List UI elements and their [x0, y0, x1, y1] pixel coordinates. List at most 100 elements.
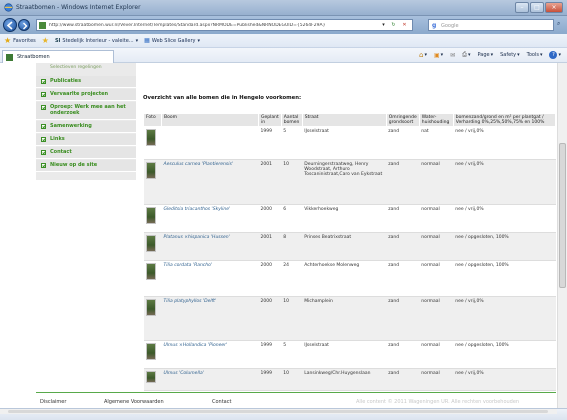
page-menu[interactable]: Page ▾: [478, 52, 494, 58]
tree-name-link[interactable]: Platanus ×hispanica 'Hussen': [164, 235, 230, 240]
column-header: Foto: [143, 113, 162, 127]
nav-item-label: Vervaarlte projecten: [50, 91, 109, 97]
safety-menu[interactable]: Safety ▾: [500, 52, 520, 58]
paving: nee / vrij,0%: [453, 296, 556, 341]
tree-name-link[interactable]: Gleditsia triacanthos 'Skyline': [164, 207, 231, 212]
water-management: normaal: [419, 204, 454, 233]
command-bar: ⌂ ▾ ▣ ▾ ✉ ⎙ ▾ Page ▾ Safety ▾ Tools ▾ ? ▾: [419, 51, 561, 59]
soil-type: zand: [386, 159, 420, 205]
street: Deurningerstraatweg, Henry Woodstraat, A…: [302, 159, 387, 205]
vertical-scroll-thumb[interactable]: [559, 143, 566, 288]
planted-year: 2001: [258, 232, 282, 261]
mail-button[interactable]: ✉: [450, 52, 455, 59]
footer-copyright: Alle content © 2011 Wageningen UR. Alle …: [356, 399, 520, 405]
tree-photo-thumbnail[interactable]: [145, 207, 156, 224]
tab-label: Straatbomen: [17, 54, 50, 60]
favorite-link-web-slice[interactable]: ▦ Web Slice Gallery ▾: [144, 37, 200, 44]
planted-year: 1999: [258, 340, 282, 369]
soil-type: zand: [386, 260, 420, 297]
planted-year: 1999: [258, 126, 282, 160]
maximize-button[interactable]: □: [530, 2, 544, 13]
favorites-button[interactable]: ★ Favorites: [4, 36, 36, 45]
google-icon: g: [432, 22, 437, 29]
water-management: nat: [419, 126, 454, 160]
site-icon: SI: [54, 37, 61, 44]
nav-item-samenwerking[interactable]: Samenwerking: [36, 121, 136, 133]
tree-photo-thumbnail[interactable]: [145, 371, 156, 383]
feeds-button[interactable]: ▣ ▾: [434, 52, 443, 59]
url-text[interactable]: http://www.straatbomen.wur.nl/Vever.Inte…: [49, 23, 379, 28]
tree-name-link[interactable]: Ulmus ×Hollandica 'Pioneer': [164, 343, 228, 348]
refresh-icon[interactable]: ↻: [389, 21, 398, 30]
table-row: Platanus ×hispanica 'Hussen' 2001 8 Prin…: [143, 232, 556, 261]
search-placeholder: Google: [441, 23, 459, 29]
footer-voorwaarden-link[interactable]: Algemene Voorwaarden: [104, 399, 164, 405]
favorite-link-stedelijk[interactable]: SI Stedelijk Interieur - valeite... ▾: [55, 38, 138, 44]
tree-name-link[interactable]: Tilia cordata 'Rancho': [164, 263, 213, 268]
nav-item-projecten[interactable]: Vervaarlte projecten: [36, 89, 136, 101]
planted-year: 1999: [258, 368, 282, 391]
tree-photo-thumbnail[interactable]: [145, 129, 156, 146]
tree-name-link[interactable]: Aesculus carnea 'Plantierensis': [164, 162, 234, 167]
tree-photo-thumbnail[interactable]: [145, 299, 156, 316]
horizontal-scrollbar[interactable]: [0, 409, 557, 414]
favorite-link-label: Stedelijk Interieur - valeite...: [62, 37, 134, 44]
footer-disclaimer-link[interactable]: Disclaimer: [40, 399, 66, 405]
tree-name-link[interactable]: Tilia platyphyllos 'Delft': [164, 299, 217, 304]
street: Lansinkweg/Chr.Huygenslaan: [302, 368, 387, 391]
nav-item-publicaties[interactable]: Publicaties: [36, 76, 136, 88]
dropdown-arrow-icon: ▾: [197, 37, 200, 44]
nav-item-links[interactable]: Links: [36, 134, 136, 146]
vertical-scrollbar[interactable]: [557, 63, 567, 408]
tree-count: 5: [281, 340, 303, 369]
stop-icon[interactable]: ✕: [400, 21, 409, 30]
address-bar[interactable]: http://www.straatbomen.wur.nl/Vever.Inte…: [36, 19, 413, 31]
soil-type: zand: [386, 368, 420, 391]
nav-item-nieuw[interactable]: Nieuw op de site: [36, 160, 136, 172]
help-button[interactable]: ? ▾: [549, 51, 561, 59]
window-title: Straatbomen - Windows Internet Explorer: [16, 4, 141, 11]
home-button[interactable]: ⌂ ▾: [419, 51, 427, 59]
nav-item-contact[interactable]: Contact: [36, 147, 136, 159]
column-header: Boom: [161, 113, 259, 127]
ie-icon: [4, 3, 13, 12]
back-button[interactable]: [3, 18, 17, 32]
tools-menu-label: Tools: [526, 52, 539, 58]
forward-button[interactable]: [18, 19, 30, 31]
street: Michamplein: [302, 296, 387, 341]
web-slice-icon: ▦: [144, 37, 150, 44]
search-button-icon[interactable]: ⌕: [557, 20, 560, 28]
column-header: Water-huishouding: [418, 113, 454, 127]
left-navigation: Selectieven regelingen Publicaties Verva…: [36, 63, 136, 180]
table-row: Tilia platyphyllos 'Delft' 2000 10 Micha…: [143, 296, 556, 341]
minimize-button[interactable]: –: [515, 2, 529, 13]
nav-item-oproep[interactable]: Oproep: Werk mee aan het onderzoek: [36, 102, 136, 120]
footer-contact-link[interactable]: Contact: [212, 399, 231, 405]
add-favorite-button[interactable]: ★: [42, 36, 49, 45]
tree-name-link[interactable]: Ulmus 'Columella': [164, 371, 204, 376]
table-row: Tilia cordata 'Rancho' 2000 24 Achterhoe…: [143, 260, 556, 297]
horizontal-scroll-thumb[interactable]: [8, 410, 548, 413]
favorites-bar: ★ Favorites ★ SI Stedelijk Interieur - v…: [0, 34, 567, 48]
tab-straatbomen[interactable]: Straatbomen: [2, 50, 114, 63]
tree-photo-thumbnail[interactable]: [145, 235, 156, 252]
tools-menu[interactable]: Tools ▾: [527, 52, 543, 58]
paving: nee / opgesloten, 100%: [453, 260, 556, 297]
window-titlebar: Straatbomen - Windows Internet Explorer …: [0, 0, 567, 16]
planted-year: 2001: [258, 159, 282, 205]
address-dropdown-icon[interactable]: ▾: [379, 21, 388, 30]
paving: nee / vrij,0%: [453, 126, 556, 160]
safety-menu-label: Safety: [500, 52, 517, 58]
table-header-row: Foto Boom Geplant in Aantal bomen Straat…: [143, 113, 557, 127]
paving: nee / vrij,0%: [453, 204, 556, 233]
search-box[interactable]: g Google: [428, 19, 554, 31]
table-row: Ulmus 'Columella' 1999 10 Lansinkweg/Chr…: [143, 368, 556, 391]
tree-photo-thumbnail[interactable]: [145, 343, 156, 360]
print-button[interactable]: ⎙ ▾: [462, 51, 470, 59]
tree-photo-thumbnail[interactable]: [145, 162, 156, 179]
tree-photo-thumbnail[interactable]: [145, 263, 156, 280]
close-button[interactable]: ×: [545, 2, 563, 13]
site-favicon-icon: [39, 22, 46, 29]
nav-partial-item[interactable]: Selectieven regelingen: [50, 65, 102, 70]
table-row: Ulmus ×Hollandica 'Pioneer' 1999 5 IJsse…: [143, 340, 556, 369]
